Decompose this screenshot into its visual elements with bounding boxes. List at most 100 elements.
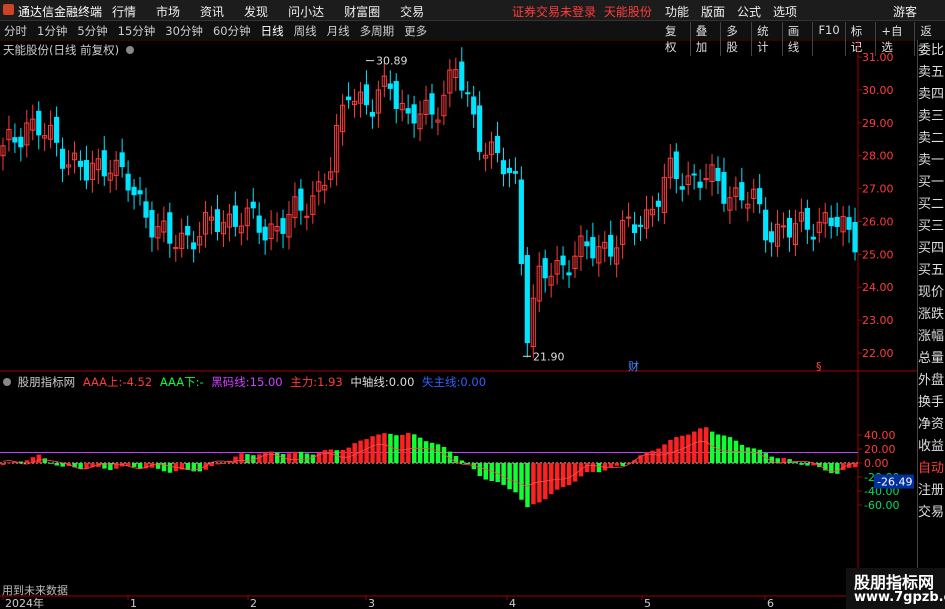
indicator-bar [507,463,512,490]
candle-body [18,136,24,148]
indicator-bar [0,463,6,466]
indicator-bar [555,463,560,490]
low-price-label: 21.90 [533,350,565,363]
ind-label: 失主线: [422,375,461,389]
indicator-bar [435,444,441,463]
quote-sidebar: 委比 卖五 卖四 卖三 卖二 卖一 买一 买二 买三 买四 买五 现价 涨跌 涨幅 总量 外盘 换手 净资 收益 自动… [917,40,945,609]
indicator-bar [465,463,471,465]
candle-body [804,208,810,230]
indicator-bar [775,458,780,463]
candle-body [232,205,238,227]
indicator-bar [745,447,751,463]
price-tick-label: 22.00 [862,347,894,360]
sidebar-action[interactable]: 交易 [918,502,945,524]
indicator-bar [286,453,292,463]
indicator-bar [245,454,250,463]
candle-body [36,110,42,136]
candle-body [185,225,191,236]
candle-body [280,218,286,234]
candle-body [769,231,775,243]
indicator-bar [257,454,262,463]
price-tick-label: 24.00 [862,281,894,294]
ind-item-black-line: 黑码线:15.00 [211,375,282,389]
settings-circle-icon[interactable] [125,46,134,54]
candle-body [500,160,507,175]
watermark: 股朋指标网 www.7gpzb.com [846,568,945,609]
indicator-bar [263,452,268,463]
ind-value: 0.00 [388,375,415,389]
indicator-bar [48,462,54,464]
candle-body [125,173,131,191]
sidebar-action[interactable]: 注册 [918,480,945,502]
indicator-bar [644,452,649,463]
indicator-bar [614,463,620,466]
sidebar-item: 总量 [918,351,945,366]
price-tick-label: 30.00 [862,84,894,97]
candle-body [846,217,852,230]
price-tick-label: 27.00 [862,183,894,196]
event-marker: § [816,360,822,373]
ind-value: - [199,375,204,389]
sidebar-item: 卖一 [918,153,945,168]
indicator-bar [167,463,173,473]
indicator-bar [406,433,411,463]
indicator-bar [560,463,566,488]
candle-body [828,217,834,227]
date-tick-label: 2 [250,597,257,609]
chart-canvas: 31.0030.0029.0028.0027.0026.0025.0024.00… [0,40,945,609]
candle-body [512,171,518,174]
date-tick-label: 4 [509,597,516,609]
candle-body [679,186,685,190]
candlestick-series [0,47,858,359]
candle-body [566,272,572,276]
indicator-series [0,427,858,508]
sidebar-item: 卖四 [918,87,945,102]
candle-body [387,83,393,89]
candle-body [506,167,513,174]
settings-circle-icon[interactable] [3,378,11,386]
candle-body [691,173,697,176]
sidebar-action[interactable]: 自动 [918,458,945,480]
candle-body [739,182,745,201]
candle-body [584,241,590,247]
indicator-bar [24,460,30,463]
candle-body [345,96,352,101]
ind-tick-label: -60.00 [864,499,899,512]
sidebar-item: 买四 [918,241,945,256]
stock-title[interactable]: 天能股份(日线 前复权) [3,43,119,57]
sidebar-item: 卖三 [918,109,945,124]
candle-body [715,167,721,181]
indicator-bar [6,462,12,464]
candle-body [655,200,661,207]
indicator-bar [274,452,280,463]
ind-tick-label: 40.00 [864,429,896,442]
indicator-bar [721,435,727,463]
indicator-bar [400,434,405,463]
candle-body [697,181,703,188]
date-tick-label: 5 [644,597,651,609]
indicator-name[interactable]: 股朋指标网 [18,375,76,389]
indicator-bar [197,463,202,472]
indicator-bar [42,458,48,463]
candle-body [83,160,89,181]
candle-body [363,84,370,106]
sidebar-item: 净资 [918,417,945,432]
indicator-bar [215,463,220,465]
candle-body [101,150,107,177]
indicator-bar [852,463,858,468]
ind-label: 黑码线: [211,375,250,389]
candle-body [119,152,125,168]
ind-value: -4.52 [122,375,153,389]
sidebar-item: 现价 [918,285,945,300]
axis-labels: 31.0030.0029.0028.0027.0026.0025.0024.00… [5,45,945,609]
ind-label: 主力: [290,375,318,389]
sidebar-item: 外盘 [918,373,945,388]
indicator-bar [793,462,798,464]
ind-label: 中轴线: [350,375,389,389]
high-price-label: 30.89 [376,55,408,68]
indicator-bar [239,453,244,463]
price-tick-label: 31.00 [862,51,894,64]
indicator-bar [698,428,703,463]
sidebar-item: 涨幅 [918,329,945,344]
sidebar-item: 买二 [918,197,945,212]
